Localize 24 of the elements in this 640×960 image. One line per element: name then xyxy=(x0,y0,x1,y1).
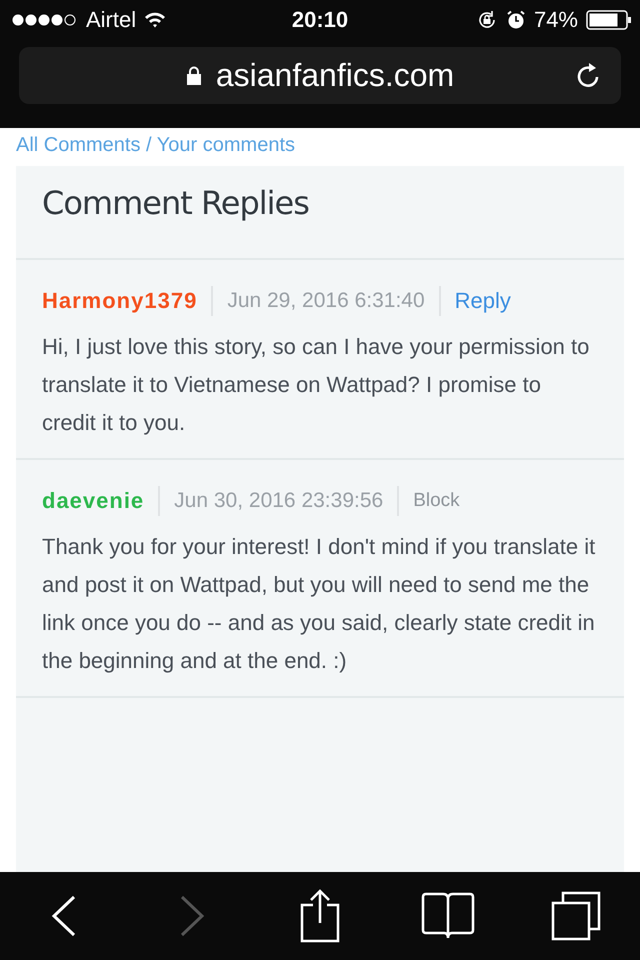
alarm-icon xyxy=(506,10,526,30)
share-icon[interactable] xyxy=(300,889,340,943)
comment-text: Thank you for your interest! I don't mind if you translate it and post it on Wattpad, but you will need to send me the link once you do -- and as you said, clearly state credit in the beginning and at the end. :) xyxy=(42,533,596,675)
battery-percent: 74% xyxy=(534,7,578,33)
tabs-icon[interactable] xyxy=(551,891,601,941)
book-icon[interactable] xyxy=(421,892,475,940)
block-link[interactable]: Block xyxy=(413,490,460,512)
lock-icon xyxy=(186,66,202,86)
comment-date: Jun 29, 2016 6:31:40 xyxy=(227,289,425,313)
battery-icon xyxy=(586,10,632,30)
comment-text: Hi, I just love this story, so can I have your permission to translate it to Vietnamese on Wattpad? I promise to credit it to you. xyxy=(42,333,590,437)
reply-link[interactable]: Reply xyxy=(454,288,511,314)
clock: 20:10 xyxy=(292,7,348,33)
author-name[interactable]: daevenie xyxy=(42,488,144,514)
author-name[interactable]: Harmony1379 xyxy=(42,288,198,314)
section-title: Comment Replies xyxy=(16,166,624,260)
breadcrumb-link[interactable]: All Comments / Your comments xyxy=(16,128,624,166)
address-bar[interactable]: asianfanfics.com xyxy=(19,47,621,104)
comment-date: Jun 30, 2016 23:39:56 xyxy=(174,489,384,513)
signal-icon xyxy=(12,14,78,26)
carrier-name: Airtel xyxy=(86,7,136,33)
back-icon[interactable] xyxy=(51,895,77,937)
url-text: asianfanfics.com xyxy=(216,57,454,94)
wifi-icon xyxy=(144,12,166,28)
